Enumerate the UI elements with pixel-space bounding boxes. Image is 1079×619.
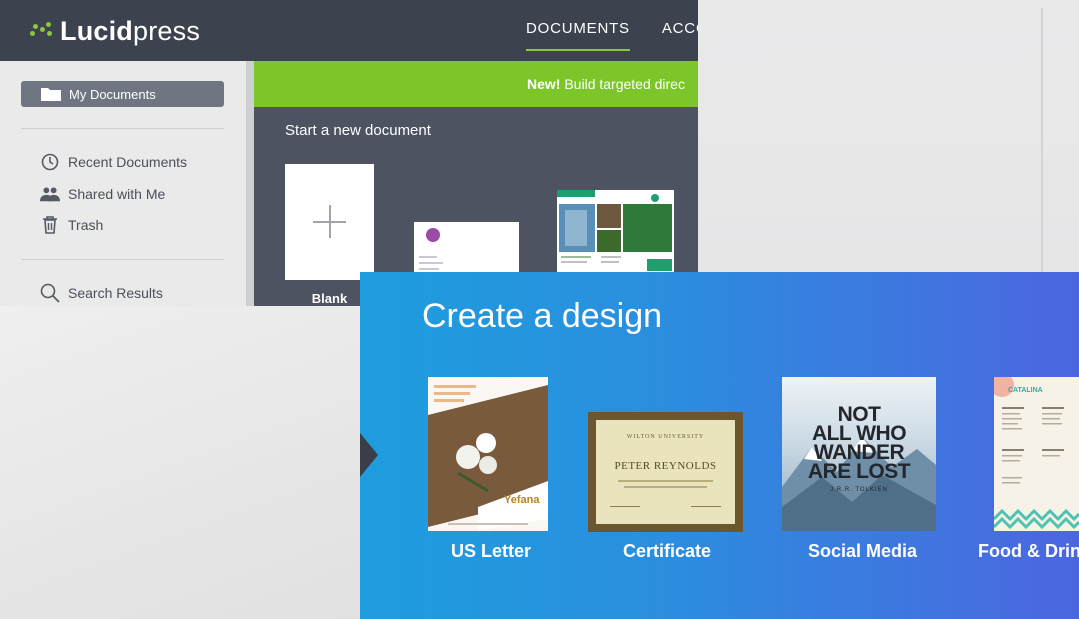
sidebar-separator	[21, 128, 224, 129]
folder-icon	[41, 88, 61, 101]
clock-icon	[40, 152, 60, 172]
sidebar-item-label: Shared with Me	[68, 186, 166, 202]
sidebar-item-shared-with-me[interactable]: Shared with Me	[40, 184, 165, 204]
trash-icon	[40, 215, 60, 235]
sidebar-item-recent-documents[interactable]: Recent Documents	[40, 152, 187, 172]
design-social-media-label[interactable]: Social Media	[808, 541, 917, 562]
certificate-university: WILTON UNIVERSITY	[626, 434, 705, 440]
social-author: J.R.R. TOLKIEN	[830, 487, 888, 493]
logo-text: Lucidpress	[60, 15, 201, 46]
menu-thumbnail-icon	[994, 377, 1079, 530]
canva-panel: Create a design Yefana US Letter WILTON …	[360, 272, 1079, 619]
sidebar-item-search-results[interactable]: Search Results	[40, 283, 163, 303]
design-certificate-label[interactable]: Certificate	[623, 541, 711, 562]
arrow-icon	[360, 433, 378, 477]
lucidpress-logo[interactable]: Lucidpress	[30, 14, 200, 48]
menu-brand: CATALINA	[1008, 387, 1043, 394]
sidebar-item-label: Trash	[68, 217, 104, 233]
sidebar-item-label: Search Results	[68, 285, 163, 301]
search-icon	[40, 283, 60, 303]
brochure-thumbnail-icon	[557, 190, 674, 276]
banner-text: Build targeted direc	[560, 76, 685, 92]
banner-new-label: New!	[527, 76, 561, 92]
card-logo-icon	[426, 228, 440, 242]
top-nav: DOCUMENTS ACCOU	[526, 20, 698, 51]
sidebar-item-label: My Documents	[69, 86, 156, 102]
tab-documents[interactable]: DOCUMENTS	[526, 20, 630, 51]
background-divider	[1041, 8, 1043, 278]
template-brochure[interactable]	[557, 190, 674, 276]
letter-brand: Yefana	[504, 494, 540, 506]
sidebar-item-my-documents[interactable]: My Documents	[21, 81, 224, 107]
create-design-title: Create a design	[422, 297, 663, 335]
certificate-name: PETER REYNOLDS	[614, 460, 717, 472]
letter-thumbnail-icon	[428, 377, 548, 531]
tab-account[interactable]: ACCOU	[662, 20, 698, 45]
background-panel	[0, 306, 360, 619]
design-food-drink-thumb[interactable]: CATALINA	[994, 377, 1079, 531]
design-certificate-thumb[interactable]: WILTON UNIVERSITY PETER REYNOLDS	[588, 412, 743, 532]
promo-banner[interactable]: New! Build targeted direc	[254, 61, 698, 107]
people-icon	[40, 184, 60, 204]
lucidpress-logo-icon	[30, 22, 52, 40]
design-us-letter-label[interactable]: US Letter	[451, 541, 531, 562]
design-us-letter-thumb[interactable]: Yefana	[428, 377, 548, 531]
lucidpress-window: Lucidpress DOCUMENTS ACCOU My Documents …	[0, 0, 698, 306]
sidebar-item-trash[interactable]: Trash	[40, 215, 103, 235]
start-new-document-title: Start a new document	[285, 122, 431, 139]
social-quote: NOT ALL WHO WANDER ARE LOST	[807, 403, 911, 483]
sidebar-separator	[21, 259, 224, 260]
design-social-media-thumb[interactable]: NOT ALL WHO WANDER ARE LOST J.R.R. TOLKI…	[782, 377, 936, 531]
sidebar-item-label: Recent Documents	[68, 154, 188, 170]
sidebar-divider	[246, 61, 254, 306]
lucidpress-header: Lucidpress DOCUMENTS ACCOU	[0, 0, 698, 61]
design-food-drink-label[interactable]: Food & Drin	[978, 541, 1079, 562]
template-blank[interactable]	[285, 164, 374, 280]
